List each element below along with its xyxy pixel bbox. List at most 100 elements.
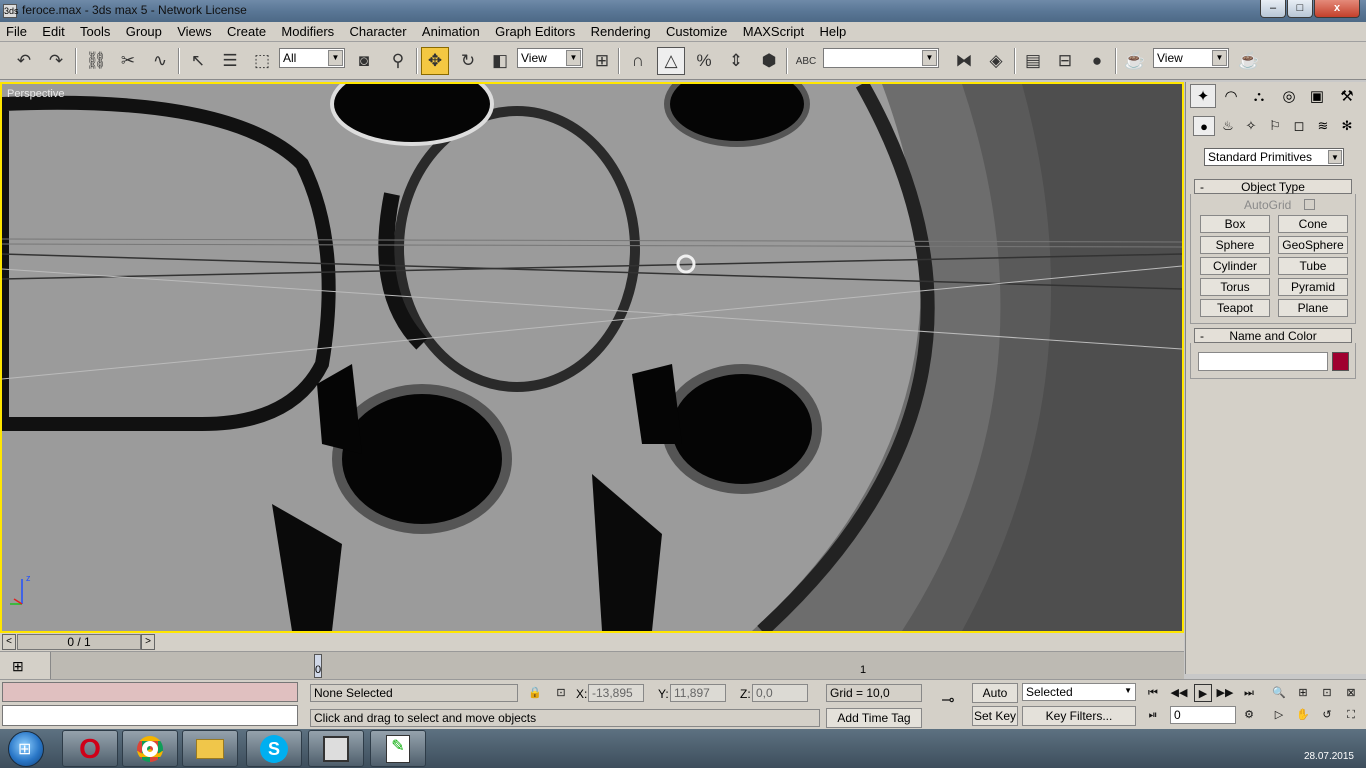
app-icon[interactable]: 3ds — [3, 4, 19, 18]
create-tab-icon[interactable]: ✦ — [1190, 84, 1216, 108]
maximize-button[interactable]: □ — [1287, 0, 1313, 18]
maxscript-listener-output[interactable] — [2, 682, 298, 702]
select-move-icon[interactable]: ✥ — [421, 47, 449, 75]
geosphere-button[interactable]: GeoSphere — [1278, 236, 1348, 254]
menu-rendering[interactable]: Rendering — [585, 22, 657, 39]
pivot-center-icon[interactable]: ⊞ — [588, 47, 616, 75]
systems-category-icon[interactable]: ✻ — [1336, 116, 1358, 136]
key-mode-toggle-icon[interactable]: ⏯ — [1144, 706, 1162, 724]
menu-tools[interactable]: Tools — [74, 22, 116, 39]
zoom-extents-icon[interactable]: ⊡ — [1318, 684, 1336, 702]
menu-file[interactable]: File — [0, 22, 33, 39]
set-key-button[interactable]: Set Key — [972, 706, 1018, 726]
menu-create[interactable]: Create — [221, 22, 272, 39]
bind-spacewarp-icon[interactable]: ∿ — [146, 47, 174, 75]
cone-button[interactable]: Cone — [1278, 215, 1348, 233]
helpers-category-icon[interactable]: ◻ — [1288, 116, 1310, 136]
3dsmax-icon[interactable] — [308, 730, 364, 767]
menu-modifiers[interactable]: Modifiers — [275, 22, 340, 39]
trackbar-ruler[interactable] — [50, 652, 1184, 680]
tube-button[interactable]: Tube — [1278, 257, 1348, 275]
explorer-icon[interactable] — [182, 730, 238, 767]
utilities-tab-icon[interactable]: ⚒ — [1334, 84, 1360, 108]
select-scale-icon[interactable]: ◧ — [486, 47, 514, 75]
fov-icon[interactable]: ▷ — [1270, 706, 1288, 724]
modify-tab-icon[interactable]: ◠ — [1218, 84, 1244, 108]
start-button[interactable]: ⊞ — [8, 731, 44, 767]
pyramid-button[interactable]: Pyramid — [1278, 278, 1348, 296]
select-by-name-icon[interactable]: ☰ — [216, 47, 244, 75]
undo-icon[interactable]: ↶ — [10, 47, 38, 75]
select-rotate-icon[interactable]: ↻ — [454, 47, 482, 75]
current-frame-field[interactable]: 0 — [1170, 706, 1236, 724]
display-tab-icon[interactable]: ▣ — [1304, 84, 1330, 108]
next-frame-icon[interactable]: ▶▶ — [1216, 684, 1234, 702]
rect-region-icon[interactable]: ⬚ — [248, 47, 276, 75]
time-config-icon[interactable]: ⚙ — [1240, 706, 1258, 724]
plane-button[interactable]: Plane — [1278, 299, 1348, 317]
snap-3d-icon[interactable]: ∩ — [624, 47, 652, 75]
close-button[interactable]: x — [1314, 0, 1360, 18]
spacewarps-category-icon[interactable]: ≋ — [1312, 116, 1334, 136]
box-button[interactable]: Box — [1200, 215, 1270, 233]
mirror-icon[interactable]: ⧓ — [950, 47, 978, 75]
play-icon[interactable]: ▶ — [1194, 684, 1212, 702]
z-coordinate-field[interactable]: 0,0 — [752, 684, 808, 702]
torus-button[interactable]: Torus — [1200, 278, 1270, 296]
clock-date[interactable]: 28.07.2015 — [1304, 751, 1354, 762]
maximize-viewport-icon[interactable]: ⛶ — [1342, 706, 1360, 724]
add-time-tag-button[interactable]: Add Time Tag — [826, 708, 922, 728]
prev-frame-button[interactable]: < — [2, 634, 16, 650]
opera-icon[interactable]: O — [62, 730, 118, 767]
render-type-dropdown[interactable]: View ▼ — [1153, 48, 1229, 68]
menu-character[interactable]: Character — [344, 22, 413, 39]
selection-filter-dropdown[interactable]: All ▼ — [279, 48, 345, 68]
spinner-snap-icon[interactable]: ⇕ — [722, 47, 750, 75]
object-type-rollout-header[interactable]: - Object Type — [1194, 179, 1352, 194]
schematic-icon[interactable]: ⊟ — [1051, 47, 1079, 75]
material-editor-icon[interactable]: ● — [1083, 47, 1111, 75]
chrome-icon[interactable] — [122, 730, 178, 767]
lock-icon[interactable]: 🔒 — [526, 684, 544, 702]
time-slider-thumb[interactable]: 0 / 1 — [17, 634, 141, 650]
quick-render-icon[interactable]: ☕ — [1235, 47, 1263, 75]
percent-snap-icon[interactable]: % — [690, 47, 718, 75]
default-key-icon[interactable]: ⊸ — [934, 692, 962, 710]
cylinder-button[interactable]: Cylinder — [1200, 257, 1270, 275]
y-coordinate-field[interactable]: 11,897 — [670, 684, 726, 702]
sphere-button[interactable]: Sphere — [1200, 236, 1270, 254]
menu-edit[interactable]: Edit — [36, 22, 70, 39]
notepad-icon[interactable]: ✎ — [370, 730, 426, 767]
zoom-all-icon[interactable]: ⊞ — [1294, 684, 1312, 702]
geometry-category-icon[interactable]: ● — [1193, 116, 1215, 136]
go-to-start-icon[interactable]: ⏮ — [1144, 684, 1162, 702]
hierarchy-tab-icon[interactable]: ⛬ — [1246, 84, 1272, 108]
x-coordinate-field[interactable]: -13,895 — [588, 684, 644, 702]
align-icon[interactable]: ◈ — [982, 47, 1010, 75]
previous-frame-icon[interactable]: ◀◀ — [1170, 684, 1188, 702]
named-selection-dropdown[interactable]: ▼ — [823, 48, 939, 68]
arc-rotate-icon[interactable]: ↺ — [1318, 706, 1336, 724]
absolute-mode-icon[interactable]: ⊡ — [552, 684, 570, 702]
angle-snap-icon[interactable]: △ — [657, 47, 685, 75]
menu-graph-editors[interactable]: Graph Editors — [489, 22, 581, 39]
object-color-swatch[interactable] — [1332, 352, 1349, 371]
trackbar-menu-icon[interactable]: ⊞ — [12, 658, 24, 675]
select-object-icon[interactable]: ↖ — [184, 47, 212, 75]
menu-help[interactable]: Help — [813, 22, 852, 39]
select-manipulate-icon[interactable]: ⚲ — [384, 47, 412, 75]
menu-maxscript[interactable]: MAXScript — [737, 22, 810, 39]
autogrid-checkbox[interactable] — [1304, 199, 1315, 210]
shapes-category-icon[interactable]: ♨ — [1217, 116, 1239, 136]
object-name-input[interactable] — [1198, 352, 1328, 371]
viewport-label[interactable]: Perspective — [7, 88, 64, 100]
key-filters-button[interactable]: Key Filters... — [1022, 706, 1136, 726]
name-color-rollout-header[interactable]: - Name and Color — [1194, 328, 1352, 343]
unlink-icon[interactable]: ✂ — [114, 47, 142, 75]
named-sel-sets-icon[interactable]: ABC — [792, 47, 820, 75]
minimize-button[interactable]: – — [1260, 0, 1286, 18]
menu-group[interactable]: Group — [120, 22, 168, 39]
zoom-extents-all-icon[interactable]: ⊠ — [1342, 684, 1360, 702]
select-link-icon[interactable]: ⛓ — [82, 47, 110, 75]
track-view-icon[interactable]: ▤ — [1019, 47, 1047, 75]
